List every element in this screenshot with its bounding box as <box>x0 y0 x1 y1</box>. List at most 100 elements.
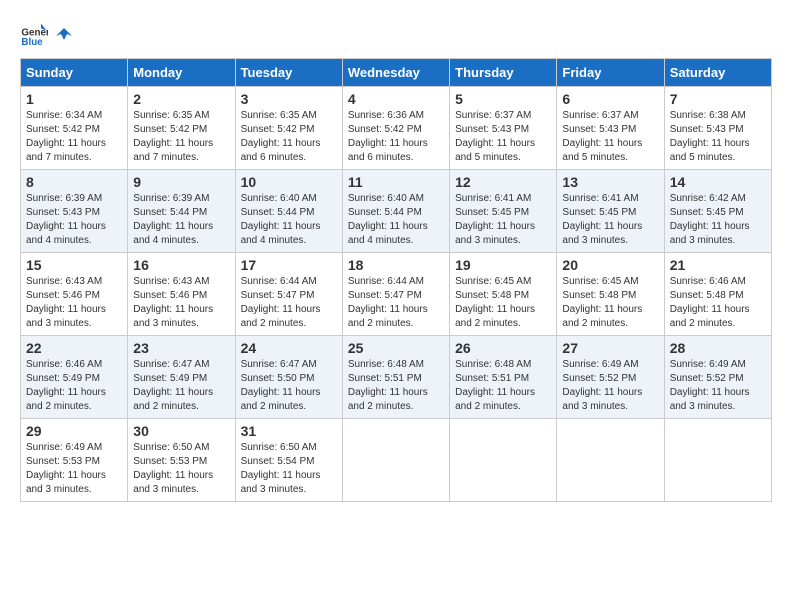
day-info: Sunrise: 6:35 AMSunset: 5:42 PMDaylight:… <box>241 109 337 165</box>
col-header-sunday: Sunday <box>21 59 128 87</box>
svg-text:Blue: Blue <box>21 37 43 48</box>
calendar-cell: 13 Sunrise: 6:41 AMSunset: 5:45 PMDayligh… <box>557 170 664 253</box>
day-info: Sunrise: 6:36 AMSunset: 5:42 PMDaylight:… <box>348 109 444 165</box>
day-number: 27 <box>562 340 658 356</box>
calendar-week-row: 8Sunrise: 6:39 AMSunset: 5:43 PMDaylight… <box>21 170 772 253</box>
day-info: Sunrise: 6:43 AMSunset: 5:46 PMDaylight:… <box>133 275 229 331</box>
col-header-thursday: Thursday <box>450 59 557 87</box>
calendar-week-row: 29 Sunrise: 6:49 AMSunset: 5:53 PMDayligh… <box>21 419 772 502</box>
day-number: 10 <box>241 174 337 190</box>
calendar-cell: 28 Sunrise: 6:49 AMSunset: 5:52 PMDayligh… <box>664 336 771 419</box>
calendar-cell: 19Sunrise: 6:45 AMSunset: 5:48 PMDayligh… <box>450 253 557 336</box>
calendar-cell: 20 Sunrise: 6:45 AMSunset: 5:48 PMDayligh… <box>557 253 664 336</box>
calendar-cell: 8Sunrise: 6:39 AMSunset: 5:43 PMDaylight… <box>21 170 128 253</box>
calendar-cell <box>557 419 664 502</box>
calendar-cell: 18 Sunrise: 6:44 AMSunset: 5:47 PMDayligh… <box>342 253 449 336</box>
day-info: Sunrise: 6:43 AMSunset: 5:46 PMDaylight:… <box>26 275 122 331</box>
day-info: Sunrise: 6:50 AMSunset: 5:53 PMDaylight:… <box>133 441 229 497</box>
day-info: Sunrise: 6:49 AMSunset: 5:53 PMDaylight:… <box>26 441 122 497</box>
day-info: Sunrise: 6:41 AMSunset: 5:45 PMDaylight:… <box>455 192 551 248</box>
day-info: Sunrise: 6:34 AMSunset: 5:42 PMDaylight:… <box>26 109 122 165</box>
day-number: 17 <box>241 257 337 273</box>
day-info: Sunrise: 6:40 AMSunset: 5:44 PMDaylight:… <box>348 192 444 248</box>
day-info: Sunrise: 6:46 AMSunset: 5:48 PMDaylight:… <box>670 275 766 331</box>
col-header-friday: Friday <box>557 59 664 87</box>
calendar-week-row: 22 Sunrise: 6:46 AMSunset: 5:49 PMDayligh… <box>21 336 772 419</box>
day-number: 5 <box>455 91 551 107</box>
day-number: 16 <box>133 257 229 273</box>
day-info: Sunrise: 6:48 AMSunset: 5:51 PMDaylight:… <box>455 358 551 414</box>
calendar-cell <box>450 419 557 502</box>
day-number: 30 <box>133 423 229 439</box>
calendar-cell: 9 Sunrise: 6:39 AMSunset: 5:44 PMDaylight… <box>128 170 235 253</box>
day-number: 22 <box>26 340 122 356</box>
calendar-cell: 5 Sunrise: 6:37 AMSunset: 5:43 PMDaylight… <box>450 87 557 170</box>
calendar-cell: 14 Sunrise: 6:42 AMSunset: 5:45 PMDayligh… <box>664 170 771 253</box>
calendar-cell: 15Sunrise: 6:43 AMSunset: 5:46 PMDayligh… <box>21 253 128 336</box>
day-number: 7 <box>670 91 766 107</box>
day-info: Sunrise: 6:44 AMSunset: 5:47 PMDaylight:… <box>241 275 337 331</box>
day-info: Sunrise: 6:39 AMSunset: 5:43 PMDaylight:… <box>26 192 122 248</box>
day-number: 3 <box>241 91 337 107</box>
calendar-week-row: 1 Sunrise: 6:34 AMSunset: 5:42 PMDaylight… <box>21 87 772 170</box>
day-info: Sunrise: 6:50 AMSunset: 5:54 PMDaylight:… <box>241 441 337 497</box>
calendar-cell: 24 Sunrise: 6:47 AMSunset: 5:50 PMDayligh… <box>235 336 342 419</box>
day-info: Sunrise: 6:39 AMSunset: 5:44 PMDaylight:… <box>133 192 229 248</box>
logo-icon: General Blue <box>20 20 48 48</box>
day-info: Sunrise: 6:48 AMSunset: 5:51 PMDaylight:… <box>348 358 444 414</box>
day-info: Sunrise: 6:42 AMSunset: 5:45 PMDaylight:… <box>670 192 766 248</box>
calendar-cell <box>664 419 771 502</box>
calendar-cell: 23 Sunrise: 6:47 AMSunset: 5:49 PMDayligh… <box>128 336 235 419</box>
day-info: Sunrise: 6:37 AMSunset: 5:43 PMDaylight:… <box>562 109 658 165</box>
day-info: Sunrise: 6:40 AMSunset: 5:44 PMDaylight:… <box>241 192 337 248</box>
calendar-cell: 25 Sunrise: 6:48 AMSunset: 5:51 PMDayligh… <box>342 336 449 419</box>
day-number: 25 <box>348 340 444 356</box>
day-number: 9 <box>133 174 229 190</box>
calendar-cell: 12 Sunrise: 6:41 AMSunset: 5:45 PMDayligh… <box>450 170 557 253</box>
day-number: 13 <box>562 174 658 190</box>
calendar-cell: 30 Sunrise: 6:50 AMSunset: 5:53 PMDayligh… <box>128 419 235 502</box>
calendar-cell: 17 Sunrise: 6:44 AMSunset: 5:47 PMDayligh… <box>235 253 342 336</box>
day-number: 20 <box>562 257 658 273</box>
col-header-monday: Monday <box>128 59 235 87</box>
day-number: 28 <box>670 340 766 356</box>
calendar-cell: 7 Sunrise: 6:38 AMSunset: 5:43 PMDaylight… <box>664 87 771 170</box>
day-info: Sunrise: 6:46 AMSunset: 5:49 PMDaylight:… <box>26 358 122 414</box>
day-info: Sunrise: 6:49 AMSunset: 5:52 PMDaylight:… <box>670 358 766 414</box>
day-number: 24 <box>241 340 337 356</box>
logo: General Blue <box>20 20 74 48</box>
day-info: Sunrise: 6:35 AMSunset: 5:42 PMDaylight:… <box>133 109 229 165</box>
day-number: 26 <box>455 340 551 356</box>
calendar-cell: 6 Sunrise: 6:37 AMSunset: 5:43 PMDaylight… <box>557 87 664 170</box>
calendar-week-row: 15Sunrise: 6:43 AMSunset: 5:46 PMDayligh… <box>21 253 772 336</box>
day-number: 11 <box>348 174 444 190</box>
day-number: 1 <box>26 91 122 107</box>
day-number: 6 <box>562 91 658 107</box>
day-number: 14 <box>670 174 766 190</box>
day-number: 21 <box>670 257 766 273</box>
day-number: 29 <box>26 423 122 439</box>
calendar-table: SundayMondayTuesdayWednesdayThursdayFrid… <box>20 58 772 502</box>
day-info: Sunrise: 6:37 AMSunset: 5:43 PMDaylight:… <box>455 109 551 165</box>
col-header-tuesday: Tuesday <box>235 59 342 87</box>
calendar-cell: 16 Sunrise: 6:43 AMSunset: 5:46 PMDayligh… <box>128 253 235 336</box>
day-number: 18 <box>348 257 444 273</box>
calendar-cell: 1 Sunrise: 6:34 AMSunset: 5:42 PMDaylight… <box>21 87 128 170</box>
day-info: Sunrise: 6:47 AMSunset: 5:49 PMDaylight:… <box>133 358 229 414</box>
day-info: Sunrise: 6:47 AMSunset: 5:50 PMDaylight:… <box>241 358 337 414</box>
col-header-saturday: Saturday <box>664 59 771 87</box>
day-info: Sunrise: 6:45 AMSunset: 5:48 PMDaylight:… <box>562 275 658 331</box>
day-info: Sunrise: 6:41 AMSunset: 5:45 PMDaylight:… <box>562 192 658 248</box>
day-number: 19 <box>455 257 551 273</box>
calendar-cell: 4 Sunrise: 6:36 AMSunset: 5:42 PMDaylight… <box>342 87 449 170</box>
day-number: 23 <box>133 340 229 356</box>
day-info: Sunrise: 6:49 AMSunset: 5:52 PMDaylight:… <box>562 358 658 414</box>
calendar-cell: 21 Sunrise: 6:46 AMSunset: 5:48 PMDayligh… <box>664 253 771 336</box>
day-number: 4 <box>348 91 444 107</box>
day-info: Sunrise: 6:38 AMSunset: 5:43 PMDaylight:… <box>670 109 766 165</box>
day-info: Sunrise: 6:44 AMSunset: 5:47 PMDaylight:… <box>348 275 444 331</box>
calendar-cell: 10 Sunrise: 6:40 AMSunset: 5:44 PMDayligh… <box>235 170 342 253</box>
col-header-wednesday: Wednesday <box>342 59 449 87</box>
day-number: 12 <box>455 174 551 190</box>
day-number: 2 <box>133 91 229 107</box>
